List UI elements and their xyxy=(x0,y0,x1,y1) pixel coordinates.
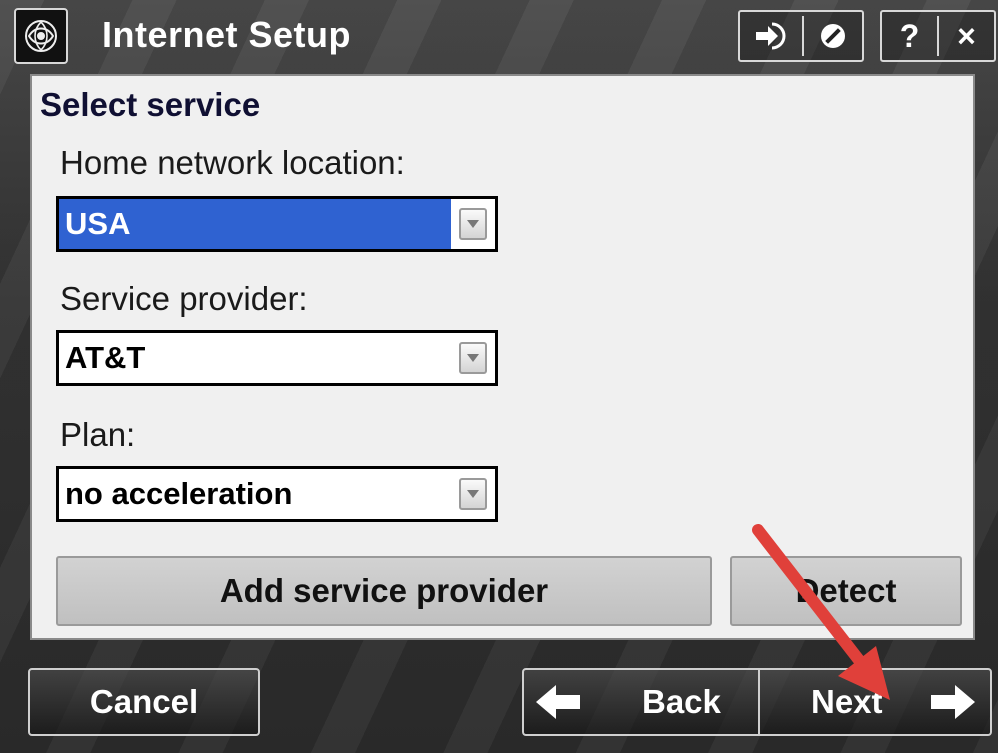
arrow-into-door-icon[interactable] xyxy=(740,12,802,60)
plan-label: Plan: xyxy=(60,416,136,453)
plan-dropdown[interactable]: no acceleration xyxy=(56,466,498,522)
home-network-value: USA xyxy=(59,199,451,249)
add-service-provider-button[interactable]: Add service provider xyxy=(56,556,712,626)
service-provider-label: Service provider: xyxy=(60,280,308,317)
toolbar-action-group xyxy=(738,10,864,62)
window-title: Internet Setup xyxy=(102,14,352,55)
internet-setup-window: Internet Setup ? × Select service Home n… xyxy=(0,0,998,753)
next-label: Next xyxy=(811,683,883,720)
service-provider-dropdown[interactable]: AT&T xyxy=(56,330,498,386)
navigation-button-group: Back Next xyxy=(522,668,992,736)
prohibited-icon[interactable] xyxy=(804,12,862,60)
app-logo-icon[interactable] xyxy=(14,8,68,64)
arrow-left-icon xyxy=(536,685,580,719)
back-button[interactable]: Back xyxy=(524,670,757,734)
help-button[interactable]: ? xyxy=(882,12,937,60)
plan-value: no acceleration xyxy=(65,476,293,511)
section-title: Select service xyxy=(40,86,261,123)
home-network-label: Home network location: xyxy=(60,144,405,181)
cancel-label: Cancel xyxy=(89,683,199,720)
arrow-right-icon xyxy=(930,685,975,719)
home-network-dropdown[interactable]: USA xyxy=(56,196,498,252)
toolbar-help-close-group: ? × xyxy=(880,10,996,62)
chevron-down-icon[interactable] xyxy=(459,478,487,510)
cancel-button[interactable]: Cancel xyxy=(28,668,260,736)
chevron-down-icon[interactable] xyxy=(459,342,487,374)
detect-button[interactable]: Detect xyxy=(730,556,962,626)
next-button[interactable]: Next xyxy=(759,670,990,734)
content-panel: Select service Home network location: US… xyxy=(30,74,975,640)
chevron-down-icon[interactable] xyxy=(459,208,487,240)
back-label: Back xyxy=(642,683,721,720)
service-provider-value: AT&T xyxy=(65,340,146,375)
close-button[interactable]: × xyxy=(939,12,994,60)
title-bar: Internet Setup ? × xyxy=(0,0,998,74)
